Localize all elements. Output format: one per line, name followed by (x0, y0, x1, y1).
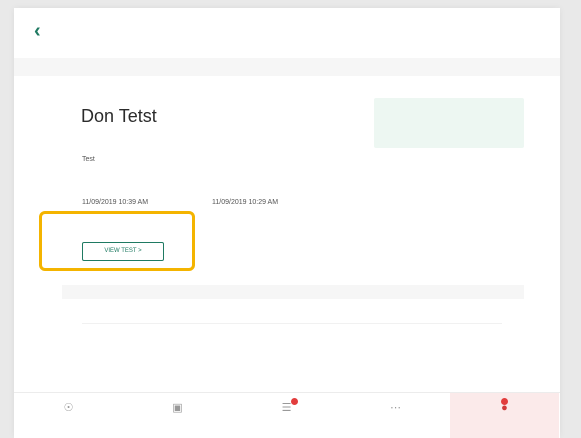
nav-preparation[interactable]: ☰ (232, 393, 341, 438)
app-window: ‹ Don Tetst Test 11/09/2019 10:39 AM 11/… (14, 8, 560, 438)
veteran-details-card (62, 299, 524, 391)
nav-home[interactable]: ☉ (14, 393, 123, 438)
clipboard-icon: ☰ (281, 402, 292, 414)
date2-value: 11/09/2019 10:29 AM (212, 199, 279, 206)
view-test-button[interactable]: VIEW TEST > (82, 242, 164, 261)
home-icon: ☉ (63, 402, 74, 414)
briefcase-icon: ▣ (172, 402, 183, 414)
record-card: Don Tetst Test 11/09/2019 10:39 AM 11/09… (62, 78, 524, 285)
back-button[interactable]: ‹ (34, 20, 52, 42)
nav-products[interactable]: ▣ (123, 393, 232, 438)
nav-notifications[interactable]: ⋯ (341, 393, 450, 438)
nav-alerts[interactable]: ● (450, 393, 559, 438)
status-panel (374, 98, 524, 148)
section-gap-2 (62, 285, 524, 299)
section-gap (14, 58, 560, 76)
divider (82, 323, 502, 324)
bell-icon: ⋯ (390, 402, 401, 414)
date1-value: 11/09/2019 10:39 AM (82, 199, 149, 206)
record-name: Don Tetst (81, 106, 157, 126)
bottom-nav: ☉ ▣ ☰ ⋯ ● (14, 392, 560, 438)
top-bar: ‹ (14, 8, 560, 59)
chevron-left-icon: ‹ (34, 20, 41, 42)
alert-icon: ● (501, 402, 508, 414)
field1-value: Test (82, 156, 95, 163)
